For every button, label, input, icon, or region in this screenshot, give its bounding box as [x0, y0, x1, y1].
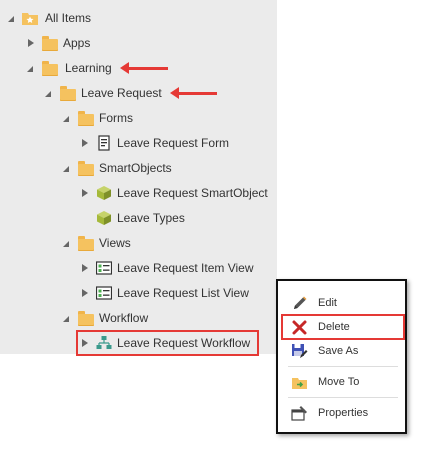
caret-expanded-icon[interactable] — [27, 66, 33, 72]
tree-item-label: Leave Request — [81, 86, 162, 100]
folder-icon — [78, 235, 94, 251]
tree-item-label: Forms — [99, 111, 133, 125]
tree-item-views[interactable]: Views — [0, 232, 250, 254]
tree-item-label: SmartObjects — [99, 161, 172, 175]
tree-item-leave-request-smartobject[interactable]: Leave Request SmartObject — [0, 182, 277, 204]
folder-icon — [42, 35, 58, 51]
menu-item-label: Save As — [318, 345, 359, 357]
tree-item-label: Apps — [63, 36, 91, 50]
tree-item-label: Views — [99, 236, 131, 250]
tree-item-smartobjects[interactable]: SmartObjects — [0, 157, 250, 179]
caret-collapsed-icon[interactable] — [82, 139, 88, 147]
menu-separator — [288, 366, 398, 367]
tree-item-label: Workflow — [99, 311, 149, 325]
tree-item-leave-request-form[interactable]: Leave Request Form — [0, 132, 260, 154]
tree-item-learning[interactable]: Learning — [0, 57, 200, 79]
tree-item-label: Learning — [65, 61, 112, 75]
folder-icon — [60, 85, 76, 101]
caret-collapsed-icon[interactable] — [28, 39, 34, 47]
menu-separator — [288, 397, 398, 398]
tree-panel: All Items Apps Learning Leave Request Fo… — [0, 0, 277, 356]
caret-expanded-icon[interactable] — [63, 316, 69, 322]
view-icon — [95, 285, 113, 301]
menu-item-edit[interactable]: Edit — [278, 292, 405, 314]
form-icon — [96, 135, 112, 151]
tree-item-label: Leave Types — [117, 211, 185, 225]
caret-collapsed-icon[interactable] — [82, 264, 88, 272]
root-folder-icon — [22, 10, 38, 26]
annotation-arrow — [120, 62, 168, 74]
context-menu: Edit Delete Save As Move To Properties — [276, 279, 407, 434]
folder-icon — [78, 160, 94, 176]
pencil-icon — [291, 295, 308, 312]
smartobject-cube-icon — [96, 210, 112, 226]
tree-item-workflow[interactable]: Workflow — [0, 307, 250, 329]
caret-expanded-icon[interactable] — [63, 166, 69, 172]
caret-expanded-icon[interactable] — [45, 91, 51, 97]
tree-item-all-items[interactable]: All Items — [0, 7, 200, 29]
menu-item-move-to[interactable]: Move To — [278, 371, 405, 393]
tree-item-label: All Items — [45, 11, 92, 25]
annotation-arrow — [170, 87, 217, 99]
tree-item-label: Leave Request Item View — [117, 261, 254, 275]
folder-icon — [42, 60, 58, 76]
tree-item-leave-types[interactable]: Leave Types — [0, 207, 260, 229]
annotation-highlight-box — [76, 330, 259, 356]
tree-item-forms[interactable]: Forms — [0, 107, 250, 129]
view-icon — [95, 260, 113, 276]
caret-expanded-icon[interactable] — [63, 116, 69, 122]
caret-expanded-icon[interactable] — [63, 241, 69, 247]
move-to-folder-icon — [291, 374, 308, 391]
save-as-icon — [291, 343, 308, 360]
menu-item-label: Move To — [318, 376, 360, 388]
annotation-highlight-box — [281, 314, 405, 340]
caret-expanded-icon[interactable] — [8, 16, 14, 22]
tree-item-label: Leave Request Form — [117, 136, 230, 150]
tree-item-label: Leave Request SmartObject — [117, 186, 268, 200]
menu-item-save-as[interactable]: Save As — [278, 340, 405, 362]
tree-item-apps[interactable]: Apps — [0, 32, 200, 54]
tree-item-leave-request-item-view[interactable]: Leave Request Item View — [0, 257, 277, 279]
folder-icon — [78, 110, 94, 126]
menu-item-properties[interactable]: Properties — [278, 402, 405, 424]
caret-collapsed-icon[interactable] — [82, 189, 88, 197]
caret-collapsed-icon[interactable] — [82, 289, 88, 297]
properties-icon — [291, 405, 308, 422]
menu-item-label: Edit — [318, 297, 337, 309]
tree-item-label: Leave Request List View — [117, 286, 249, 300]
folder-icon — [78, 310, 94, 326]
menu-item-label: Properties — [318, 407, 369, 419]
tree-item-leave-request-list-view[interactable]: Leave Request List View — [0, 282, 277, 304]
smartobject-cube-icon — [96, 185, 112, 201]
